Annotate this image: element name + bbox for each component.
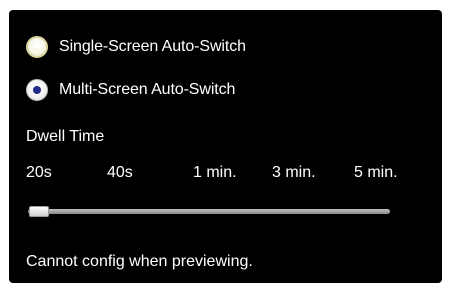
single-screen-option[interactable]: Single-Screen Auto-Switch: [26, 35, 246, 59]
dwell-tick-label: 40s: [107, 164, 133, 181]
status-message: Cannot config when previewing.: [26, 253, 253, 270]
dwell-tick-label: 20s: [26, 164, 52, 181]
dwell-tick-label: 1 min.: [193, 164, 237, 181]
radio-selected-dot: [33, 86, 41, 94]
dwell-time-slider-track[interactable]: [28, 209, 390, 214]
multi-screen-label[interactable]: Multi-Screen Auto-Switch: [59, 81, 235, 99]
dwell-time-slider-thumb[interactable]: [29, 206, 49, 217]
dwell-tick-label: 5 min.: [354, 164, 398, 181]
dwell-tick-label: 3 min.: [272, 164, 316, 181]
auto-switch-settings-panel: Single-Screen Auto-Switch Multi-Screen A…: [9, 10, 442, 283]
single-screen-label[interactable]: Single-Screen Auto-Switch: [59, 38, 246, 56]
multi-screen-radio[interactable]: [26, 79, 48, 101]
single-screen-radio[interactable]: [26, 36, 48, 58]
multi-screen-option[interactable]: Multi-Screen Auto-Switch: [26, 78, 235, 102]
dwell-time-title: Dwell Time: [26, 128, 105, 145]
